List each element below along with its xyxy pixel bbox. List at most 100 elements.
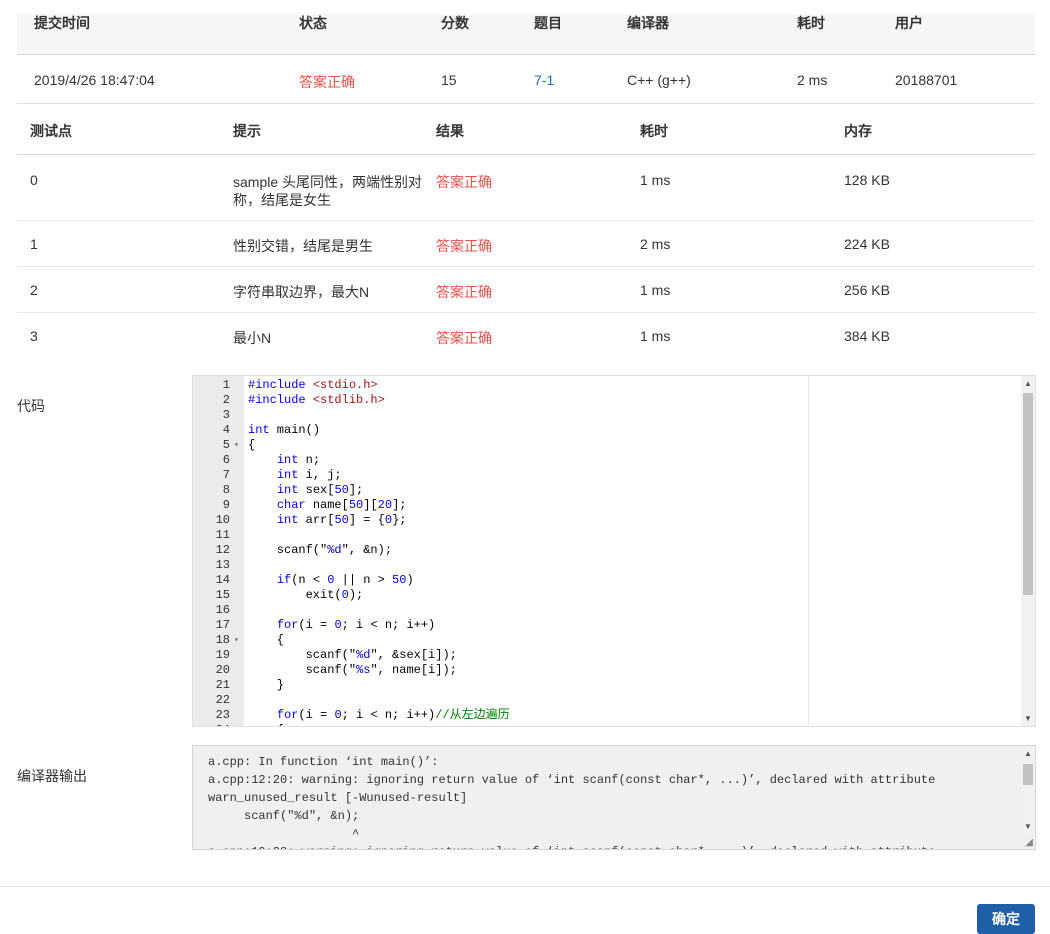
code-text: for(i = 0; i < n; i++)//从左边遍历 [276,708,510,722]
line-number: 4 [222,423,230,437]
line-number: 14 [215,573,230,587]
code-text: #include <stdio.h> [248,378,378,392]
code-text: scanf("%d", &n); [248,543,393,557]
table-row: 1 性别交错，结尾是男生 答案正确 2 ms 224 KB [17,221,1035,267]
submit-time: 2019/4/26 18:47:04 [34,72,155,88]
code-line: 24 ▾ { [193,723,1013,726]
output-scrollbar-thumb[interactable] [1023,764,1033,785]
code-editor[interactable]: 1 #include <stdio.h> 2 #include <stdlib.h> 3… [192,375,1036,727]
code-line: 23 for(i = 0; i < n; i++)//从左边遍历 [193,708,1013,723]
testpoint-result: 答案正确 [436,284,492,300]
header-result: 结果 [436,123,464,139]
testpoint-memory: 384 KB [844,328,890,344]
testpoint-result: 答案正确 [436,174,492,190]
line-number: 17 [215,618,230,632]
code-line: 10 int arr[50] = {0}; [193,513,1013,528]
testpoint-time: 1 ms [640,328,671,344]
code-line: 5 ▾ { [193,438,1013,453]
scroll-up-icon[interactable]: ▲ [1024,379,1032,388]
table-row: 2 字符串取边界，最大N 答案正确 1 ms 256 KB [17,267,1035,313]
testpoint-id: 1 [30,236,38,252]
code-line: 15 exit(0); [193,588,1013,603]
scroll-down-icon[interactable]: ▼ [1024,714,1032,723]
code-line: 3 [193,408,1013,423]
score-value: 15 [441,72,457,88]
testpoint-hint: sample 头尾同性，两端性别对 [233,174,423,190]
output-scrollbar[interactable]: ▲ ▼ [1021,746,1035,834]
code-text: if(n < 0 || n > 50) [276,573,414,587]
line-number: 13 [215,558,230,572]
code-text: #include <stdlib.h> [248,393,385,407]
header-time: 耗时 [640,123,668,139]
header-problem: 题目 [534,15,562,31]
fold-arrow-icon[interactable]: ▾ [234,438,239,453]
code-text: } [248,678,285,692]
header-testpoint: 测试点 [30,123,72,139]
code-text: int sex[50]; [276,483,364,497]
header-status: 状态 [299,15,327,31]
header-elapsed: 耗时 [797,15,825,31]
line-number: 8 [222,483,230,497]
code-text: { [248,438,256,452]
problem-link[interactable]: 7-1 [534,72,554,88]
code-text: int main() [248,423,321,437]
status-badge: 答案正确 [299,74,355,90]
scroll-down-icon[interactable]: ▼ [1024,822,1032,831]
resize-handle-icon[interactable]: ◢ [1025,837,1033,848]
line-number: 1 [222,378,230,392]
code-line: 13 [193,558,1013,573]
code-scrollbar[interactable]: ▲ ▼ [1021,376,1035,726]
code-scrollbar-thumb[interactable] [1023,393,1033,595]
line-number: 3 [222,408,230,422]
compiler-output-area[interactable]: a.cpp: In function ‘int main()’: a.cpp:1… [192,745,1036,850]
code-line: 20 scanf("%s", name[i]); [193,663,1013,678]
line-number: 24 [193,723,230,726]
line-number: 16 [215,603,230,617]
line-number: 21 [215,678,230,692]
testpoint-result: 答案正确 [436,238,492,254]
code-line: 6 int n; [193,453,1013,468]
testpoint-id: 2 [30,282,38,298]
code-line: 16 [193,603,1013,618]
compiler-value: C++ (g++) [627,72,691,88]
line-number: 15 [215,588,230,602]
code-text: scanf("%d", &sex[i]); [248,648,457,662]
code-text: { [248,633,285,647]
compiler-output-label: 编译器输出 [17,768,87,784]
testpoint-time: 1 ms [640,282,671,298]
testpoint-hint: 性别交错，结尾是男生 [233,238,373,254]
code-text: int arr[50] = {0}; [276,513,407,527]
line-number: 2 [222,393,230,407]
header-memory: 内存 [844,123,872,139]
fold-arrow-icon[interactable]: ▾ [234,723,239,726]
line-number: 18 [215,633,230,647]
header-compiler: 编译器 [627,15,669,31]
code-line: 17 for(i = 0; i < n; i++) [193,618,1013,633]
testpoint-memory: 256 KB [844,282,890,298]
scroll-up-icon[interactable]: ▲ [1024,749,1032,758]
compiler-output-text: a.cpp: In function ‘int main()’: a.cpp:1… [208,755,936,849]
fold-arrow-icon[interactable]: ▾ [234,633,239,648]
table-row: 0 sample 头尾同性，两端性别对 称，结尾是女生 答案正确 1 ms 12… [17,155,1035,221]
code-text: { [248,723,284,726]
user-value: 20188701 [895,72,958,88]
code-line: 4 int main() [193,423,1013,438]
testpoint-header-row: 测试点 提示 结果 耗时 内存 [17,104,1035,155]
header-user: 用户 [895,15,923,31]
testpoint-hint: 字符串取边界，最大N [233,284,370,300]
code-line: 18 ▾ { [193,633,1013,648]
code-text: exit(0); [248,588,364,602]
code-line: 22 [193,693,1013,708]
table-row: 3 最小N 答案正确 1 ms 384 KB [17,313,1035,359]
testpoint-memory: 128 KB [844,172,890,188]
header-score: 分数 [441,15,469,31]
code-line: 9 char name[50][20]; [193,498,1013,513]
header-submit-time: 提交时间 [34,15,90,31]
code-text: int n; [276,453,321,467]
line-number: 5 [222,438,230,452]
code-label: 代码 [17,398,45,414]
code-text: int i, j; [276,468,342,482]
code-line: 14 if(n < 0 || n > 50) [193,573,1013,588]
ok-button[interactable]: 确定 [977,904,1035,934]
line-number: 23 [215,708,230,722]
